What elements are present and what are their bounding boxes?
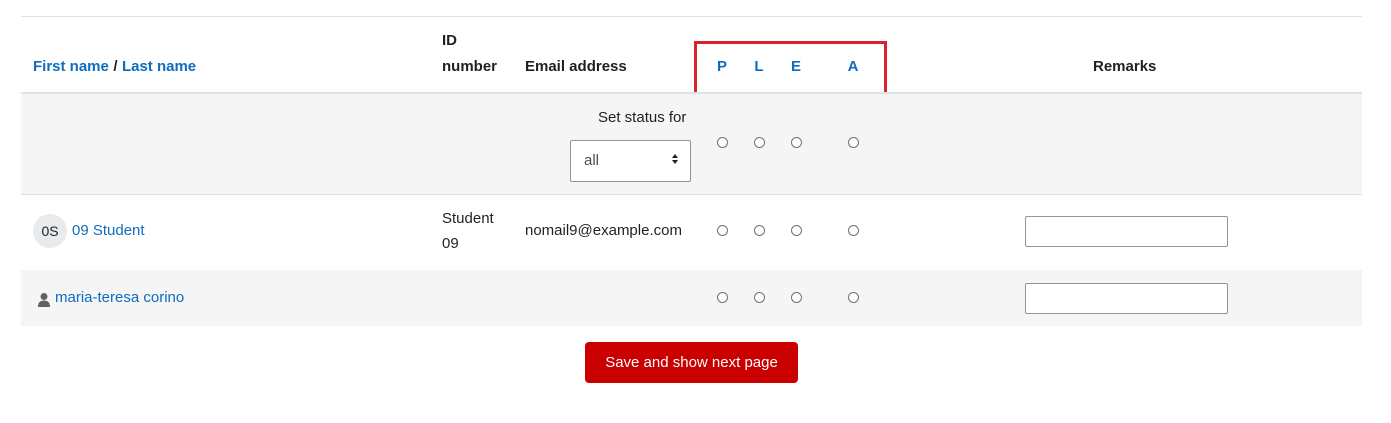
id-number-line2: 09 (442, 235, 459, 252)
table-top-border (21, 16, 1362, 17)
student-name-link[interactable]: 09 Student (72, 222, 145, 239)
select-arrows-icon (672, 154, 678, 164)
remarks-header: Remarks (1093, 58, 1157, 75)
set-status-radio-e[interactable] (791, 137, 802, 148)
set-status-label: Set status for (598, 109, 687, 126)
row-divider (21, 194, 1362, 195)
user-icon (38, 293, 50, 307)
name-sort-header: First name / Last name (33, 58, 196, 76)
status-radio-a[interactable] (848, 292, 859, 303)
set-status-row (21, 94, 1362, 194)
status-radio-p[interactable] (717, 225, 728, 236)
id-number-header-line2: number (442, 58, 498, 75)
email-header: Email address (525, 58, 627, 75)
status-radio-l[interactable] (754, 292, 765, 303)
status-radio-e[interactable] (791, 225, 802, 236)
set-status-select[interactable]: all (570, 140, 691, 182)
status-columns-highlight (694, 41, 887, 97)
name-separator: / (113, 58, 118, 75)
id-number-line1: Student (442, 210, 494, 227)
avatar[interactable]: 0S (33, 214, 67, 248)
set-status-selected-value: all (584, 152, 600, 169)
student-name-link[interactable]: maria-teresa corino (55, 289, 184, 306)
set-status-radio-p[interactable] (717, 137, 728, 148)
status-radio-e[interactable] (791, 292, 802, 303)
status-radio-l[interactable] (754, 225, 765, 236)
first-name-sort-link[interactable]: First name (33, 58, 109, 75)
remarks-input[interactable] (1025, 216, 1228, 247)
status-radio-a[interactable] (848, 225, 859, 236)
student-email: nomail9@example.com (525, 222, 682, 239)
set-status-radio-a[interactable] (848, 137, 859, 148)
last-name-sort-link[interactable]: Last name (122, 58, 196, 75)
set-status-radio-l[interactable] (754, 137, 765, 148)
id-number-header-line1: ID (442, 32, 457, 49)
status-radio-p[interactable] (717, 292, 728, 303)
save-and-next-button[interactable]: Save and show next page (585, 342, 798, 383)
remarks-input[interactable] (1025, 283, 1228, 314)
